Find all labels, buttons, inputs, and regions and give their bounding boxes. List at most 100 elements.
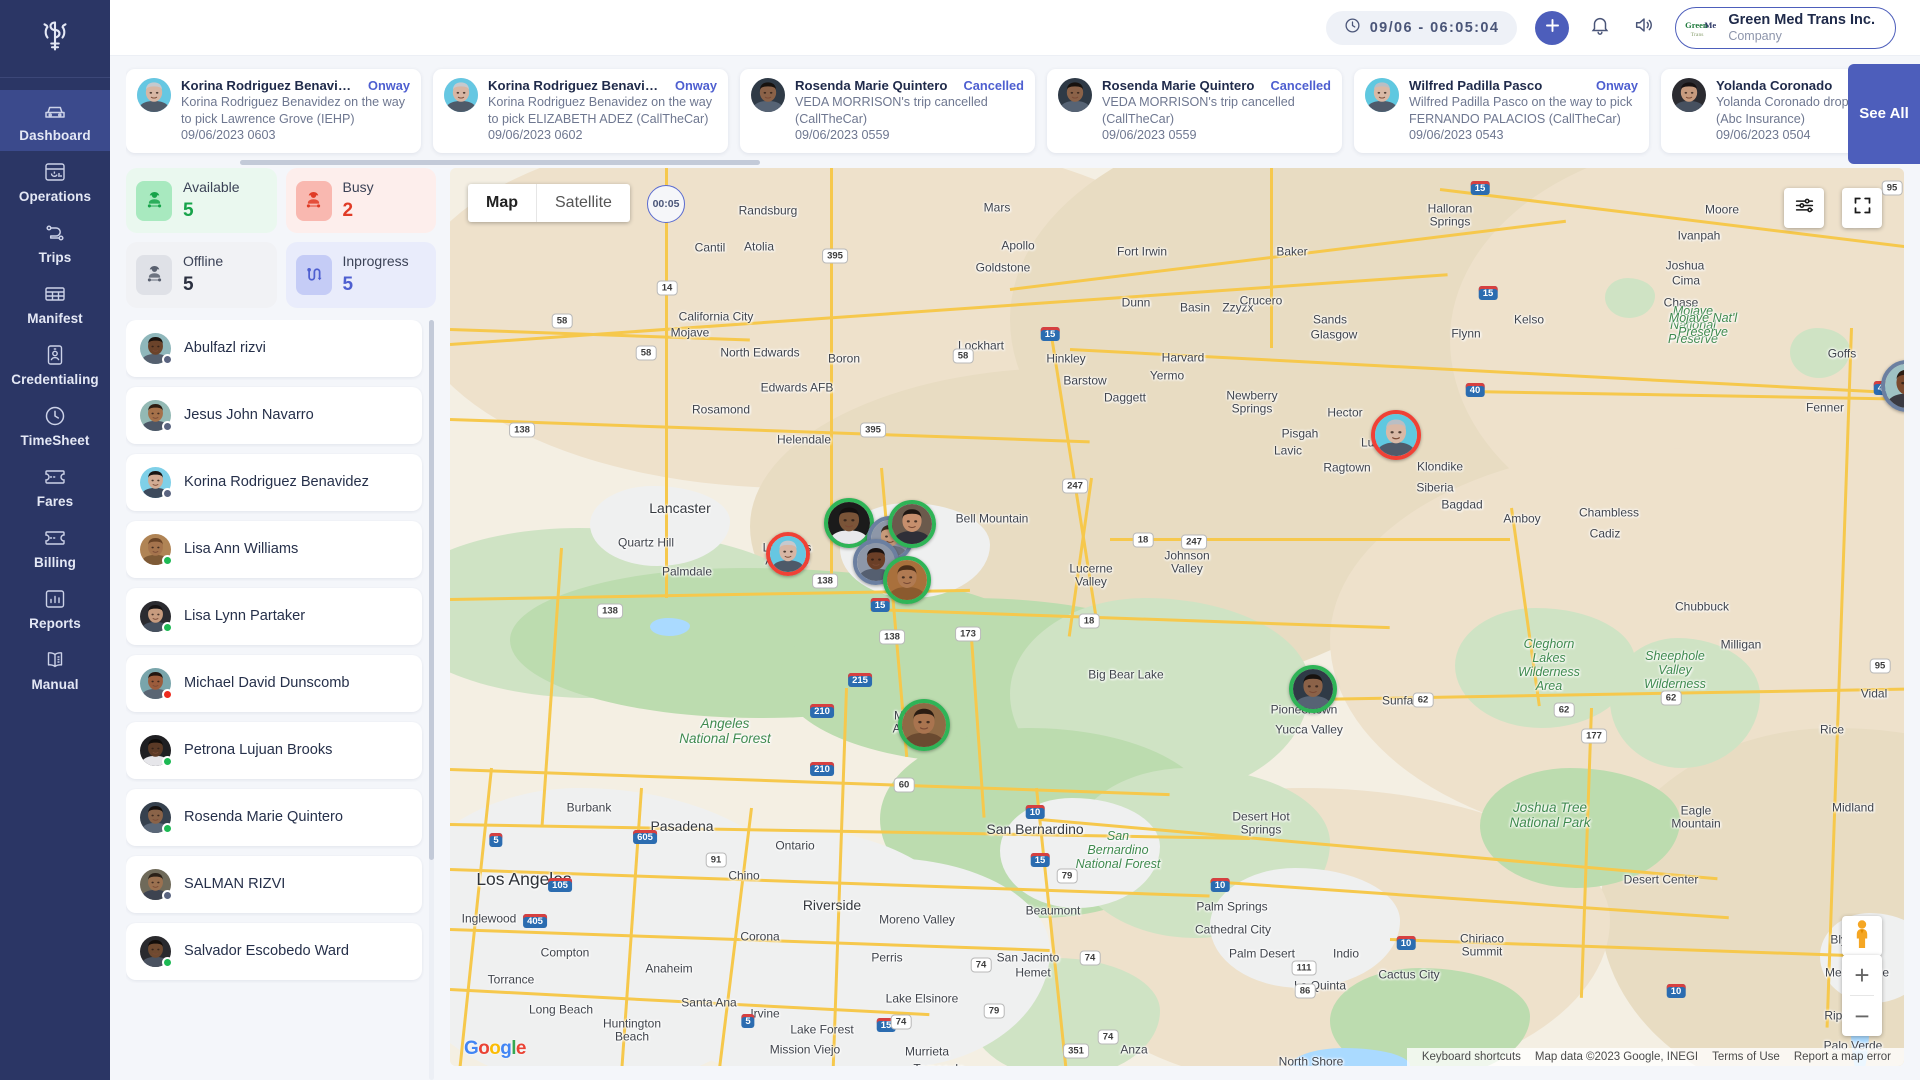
map-container[interactable]: MarsHalloranSpringsMooreIvanpahHartCal-N… (450, 168, 1904, 1066)
map-route-shield: 405 (523, 914, 547, 928)
driver-list-item[interactable]: SALMAN RIZVI (126, 855, 422, 913)
sidebar-item-label: Trips (38, 250, 72, 265)
status-card-available[interactable]: Available 5 (126, 168, 277, 234)
map-canvas[interactable]: MarsHalloranSpringsMooreIvanpahHartCal-N… (450, 168, 1904, 1066)
company-logo-icon: Green Me Trans (1684, 12, 1719, 43)
notification-name: Wilfred Padilla Pasco (1409, 78, 1543, 94)
notification-carousel[interactable]: Korina Rodriguez Benavidez Onway Korina … (126, 61, 1920, 163)
driver-name: Lisa Lynn Partaker (184, 608, 306, 624)
company-selector[interactable]: Green Me Trans Green Med Trans Inc. Comp… (1675, 6, 1896, 49)
driver-list[interactable]: Abulfazl rizvi Jesus John Navarro Korina R… (126, 319, 436, 1080)
driver-busy-icon (295, 180, 332, 221)
notification-card[interactable]: Korina Rodriguez Benavidez Onway Korina … (126, 69, 421, 153)
notifications-button[interactable] (1587, 15, 1613, 41)
sidebar-item-timesheet[interactable]: TimeSheet (0, 395, 110, 456)
driver-list-item[interactable]: Lisa Ann Williams (126, 520, 422, 578)
driver-list-item[interactable]: Petrona Lujuan Brooks (126, 721, 422, 779)
app-logo[interactable] (0, 0, 110, 78)
drivers-panel: Available 5 Busy 2 Offline 5 Inprogress 5 Abulf… (126, 168, 436, 1080)
sidebar-item-label: Dashboard (19, 128, 91, 143)
sidebar-item-operations[interactable]: Operations (0, 151, 110, 212)
see-all-button[interactable]: See All (1848, 64, 1920, 164)
map-route-shield: 58 (635, 345, 657, 361)
driver-list-item[interactable]: Korina Rodriguez Benavidez (126, 453, 422, 511)
map-route-shield: 5 (489, 833, 503, 847)
driver-name: Petrona Lujuan Brooks (184, 742, 333, 758)
sidebar-item-credentialing[interactable]: Credentialing (0, 334, 110, 395)
status-card-label: Available (183, 179, 240, 195)
map-footer-link[interactable]: Report a map error (1787, 1051, 1898, 1063)
notification-name: Rosenda Marie Quintero (795, 78, 948, 94)
zoom-out-button[interactable]: − (1842, 996, 1882, 1036)
driver-name: Lisa Ann Williams (184, 541, 299, 557)
map-filter-button[interactable] (1784, 188, 1824, 228)
sidebar-item-billing[interactable]: Billing (0, 517, 110, 578)
sidebar-item-fares[interactable]: Fares (0, 456, 110, 517)
sidebar-item-manual[interactable]: Manual (0, 639, 110, 700)
notification-card[interactable]: Korina Rodriguez Benavidez Onway Korina … (433, 69, 728, 153)
map-driver-marker[interactable] (883, 556, 931, 604)
sidebar-item-dashboard[interactable]: Dashboard (0, 90, 110, 151)
map-route-shield: 15 (870, 598, 890, 612)
map-type-switcher[interactable]: Map Satellite (468, 184, 630, 222)
notification-card[interactable]: Rosenda Marie Quintero Cancelled VEDA MO… (740, 69, 1035, 153)
driver-list-item[interactable]: Salvador Escobedo Ward (126, 922, 422, 980)
map-type-map[interactable]: Map (468, 184, 536, 222)
driver-status-dot (162, 956, 173, 968)
status-badge: Cancelled (1270, 78, 1331, 94)
map-route-shield: 210 (810, 704, 834, 718)
status-card-label: Busy (342, 179, 374, 195)
status-card-busy[interactable]: Busy 2 (285, 168, 436, 234)
driver-list-item[interactable]: Rosenda Marie Quintero (126, 788, 422, 846)
notification-card[interactable]: Rosenda Marie Quintero Cancelled VEDA MO… (1047, 69, 1342, 153)
street-view-pegman[interactable] (1842, 916, 1882, 956)
driver-list-item[interactable]: Lisa Lynn Partaker (126, 587, 422, 645)
refresh-timer: 00:05 (647, 185, 685, 223)
notification-scrollbar[interactable] (240, 160, 1120, 165)
driver-status-dot (162, 621, 173, 633)
map-footer-link[interactable]: Terms of Use (1705, 1051, 1787, 1063)
sidebar-item-reports[interactable]: Reports (0, 578, 110, 639)
map-route-shield: 138 (879, 629, 905, 645)
map-driver-marker[interactable] (898, 699, 950, 751)
map-terrain (450, 168, 1904, 1066)
driver-list-item[interactable]: Abulfazl rizvi (126, 319, 422, 377)
status-badge: Onway (1596, 78, 1638, 94)
driver-status-dot (162, 487, 173, 499)
sidebar-item-manifest[interactable]: Manifest (0, 273, 110, 334)
notification-card[interactable]: Wilfred Padilla Pasco Onway Wilfred Padi… (1354, 69, 1649, 153)
driver-list-item[interactable]: Michael David Dunscomb (126, 654, 422, 712)
notification-name: Korina Rodriguez Benavidez (181, 78, 359, 94)
map-type-satellite[interactable]: Satellite (537, 184, 630, 222)
map-fullscreen-button[interactable] (1842, 188, 1882, 228)
sidebar-item-trips[interactable]: Trips (0, 212, 110, 273)
sidebar-item-label: TimeSheet (20, 433, 90, 448)
avatar (1365, 78, 1399, 113)
bell-icon (1589, 14, 1611, 41)
ticket-icon (43, 526, 67, 550)
add-button[interactable] (1535, 10, 1570, 45)
zoom-in-button[interactable]: + (1842, 955, 1882, 995)
status-card-count: 2 (342, 199, 354, 221)
top-bar: 09/06 - 06:05:04 Green Me Trans Green Me… (110, 0, 1920, 56)
driver-list-scrollbar[interactable] (429, 319, 434, 1080)
map-zoom-controls[interactable]: + − (1842, 955, 1882, 1036)
notification-time: 09/06/2023 0543 (1409, 128, 1504, 143)
map-route-shield: 74 (1097, 1029, 1119, 1045)
map-driver-marker[interactable] (1289, 665, 1337, 713)
pegman-icon (1850, 919, 1874, 954)
status-card-offline[interactable]: Offline 5 (126, 242, 277, 308)
map-driver-marker[interactable] (766, 532, 810, 576)
map-driver-marker[interactable] (888, 500, 936, 548)
map-route-shield: 210 (810, 762, 834, 776)
marker-avatar (892, 504, 932, 544)
table-icon (43, 282, 67, 306)
map-footer-link[interactable]: Keyboard shortcuts (1415, 1051, 1528, 1063)
notification-time: 09/06/2023 0603 (181, 128, 276, 143)
driver-list-item[interactable]: Jesus John Navarro (126, 386, 422, 444)
notification-message: Wilfred Padilla Pasco on the way to pick… (1409, 95, 1633, 126)
sound-button[interactable] (1631, 15, 1657, 41)
notification-name: Korina Rodriguez Benavidez (488, 78, 666, 94)
map-driver-marker[interactable] (1371, 410, 1421, 460)
status-card-inprogress[interactable]: Inprogress 5 (285, 242, 436, 308)
